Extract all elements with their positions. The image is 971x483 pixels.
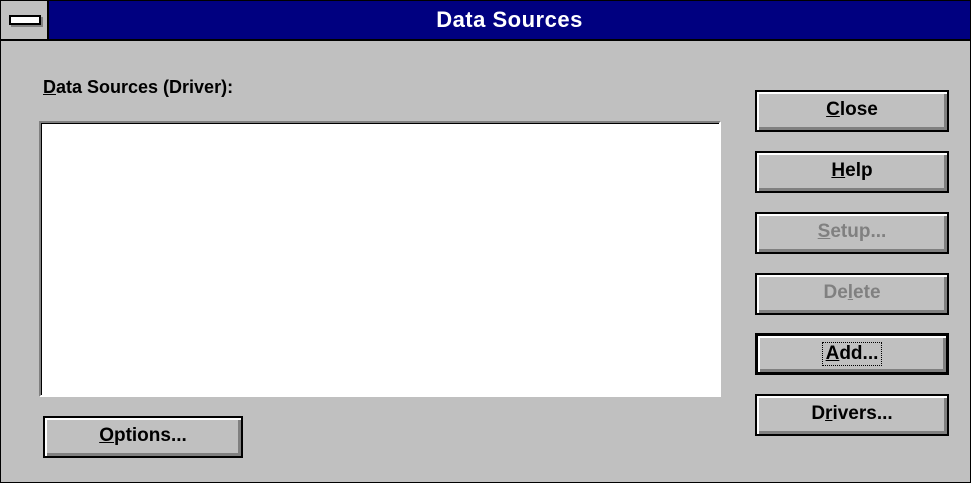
- drivers-button[interactable]: Drivers...: [755, 394, 949, 436]
- add-button[interactable]: Add...: [755, 333, 949, 375]
- window-title: Data Sources: [436, 7, 583, 32]
- focus-rectangle: Add...: [821, 342, 883, 366]
- data-sources-list-label: Data Sources (Driver):: [43, 77, 233, 98]
- system-menu-button[interactable]: [1, 1, 49, 39]
- label-mnemonic: D: [43, 77, 56, 97]
- close-button[interactable]: Close: [755, 90, 949, 132]
- title-bar[interactable]: Data Sources: [1, 1, 970, 41]
- listbox-content: [41, 123, 719, 395]
- label-text: ata Sources (Driver):: [56, 77, 234, 97]
- data-sources-dialog: Data Sources Data Sources (Driver): Clos…: [0, 0, 971, 483]
- options-button[interactable]: Options...: [43, 416, 243, 458]
- help-button[interactable]: Help: [755, 151, 949, 193]
- delete-button[interactable]: Delete: [755, 273, 949, 315]
- setup-button[interactable]: Setup...: [755, 212, 949, 254]
- data-sources-listbox[interactable]: [39, 121, 721, 397]
- system-menu-icon: [9, 15, 41, 25]
